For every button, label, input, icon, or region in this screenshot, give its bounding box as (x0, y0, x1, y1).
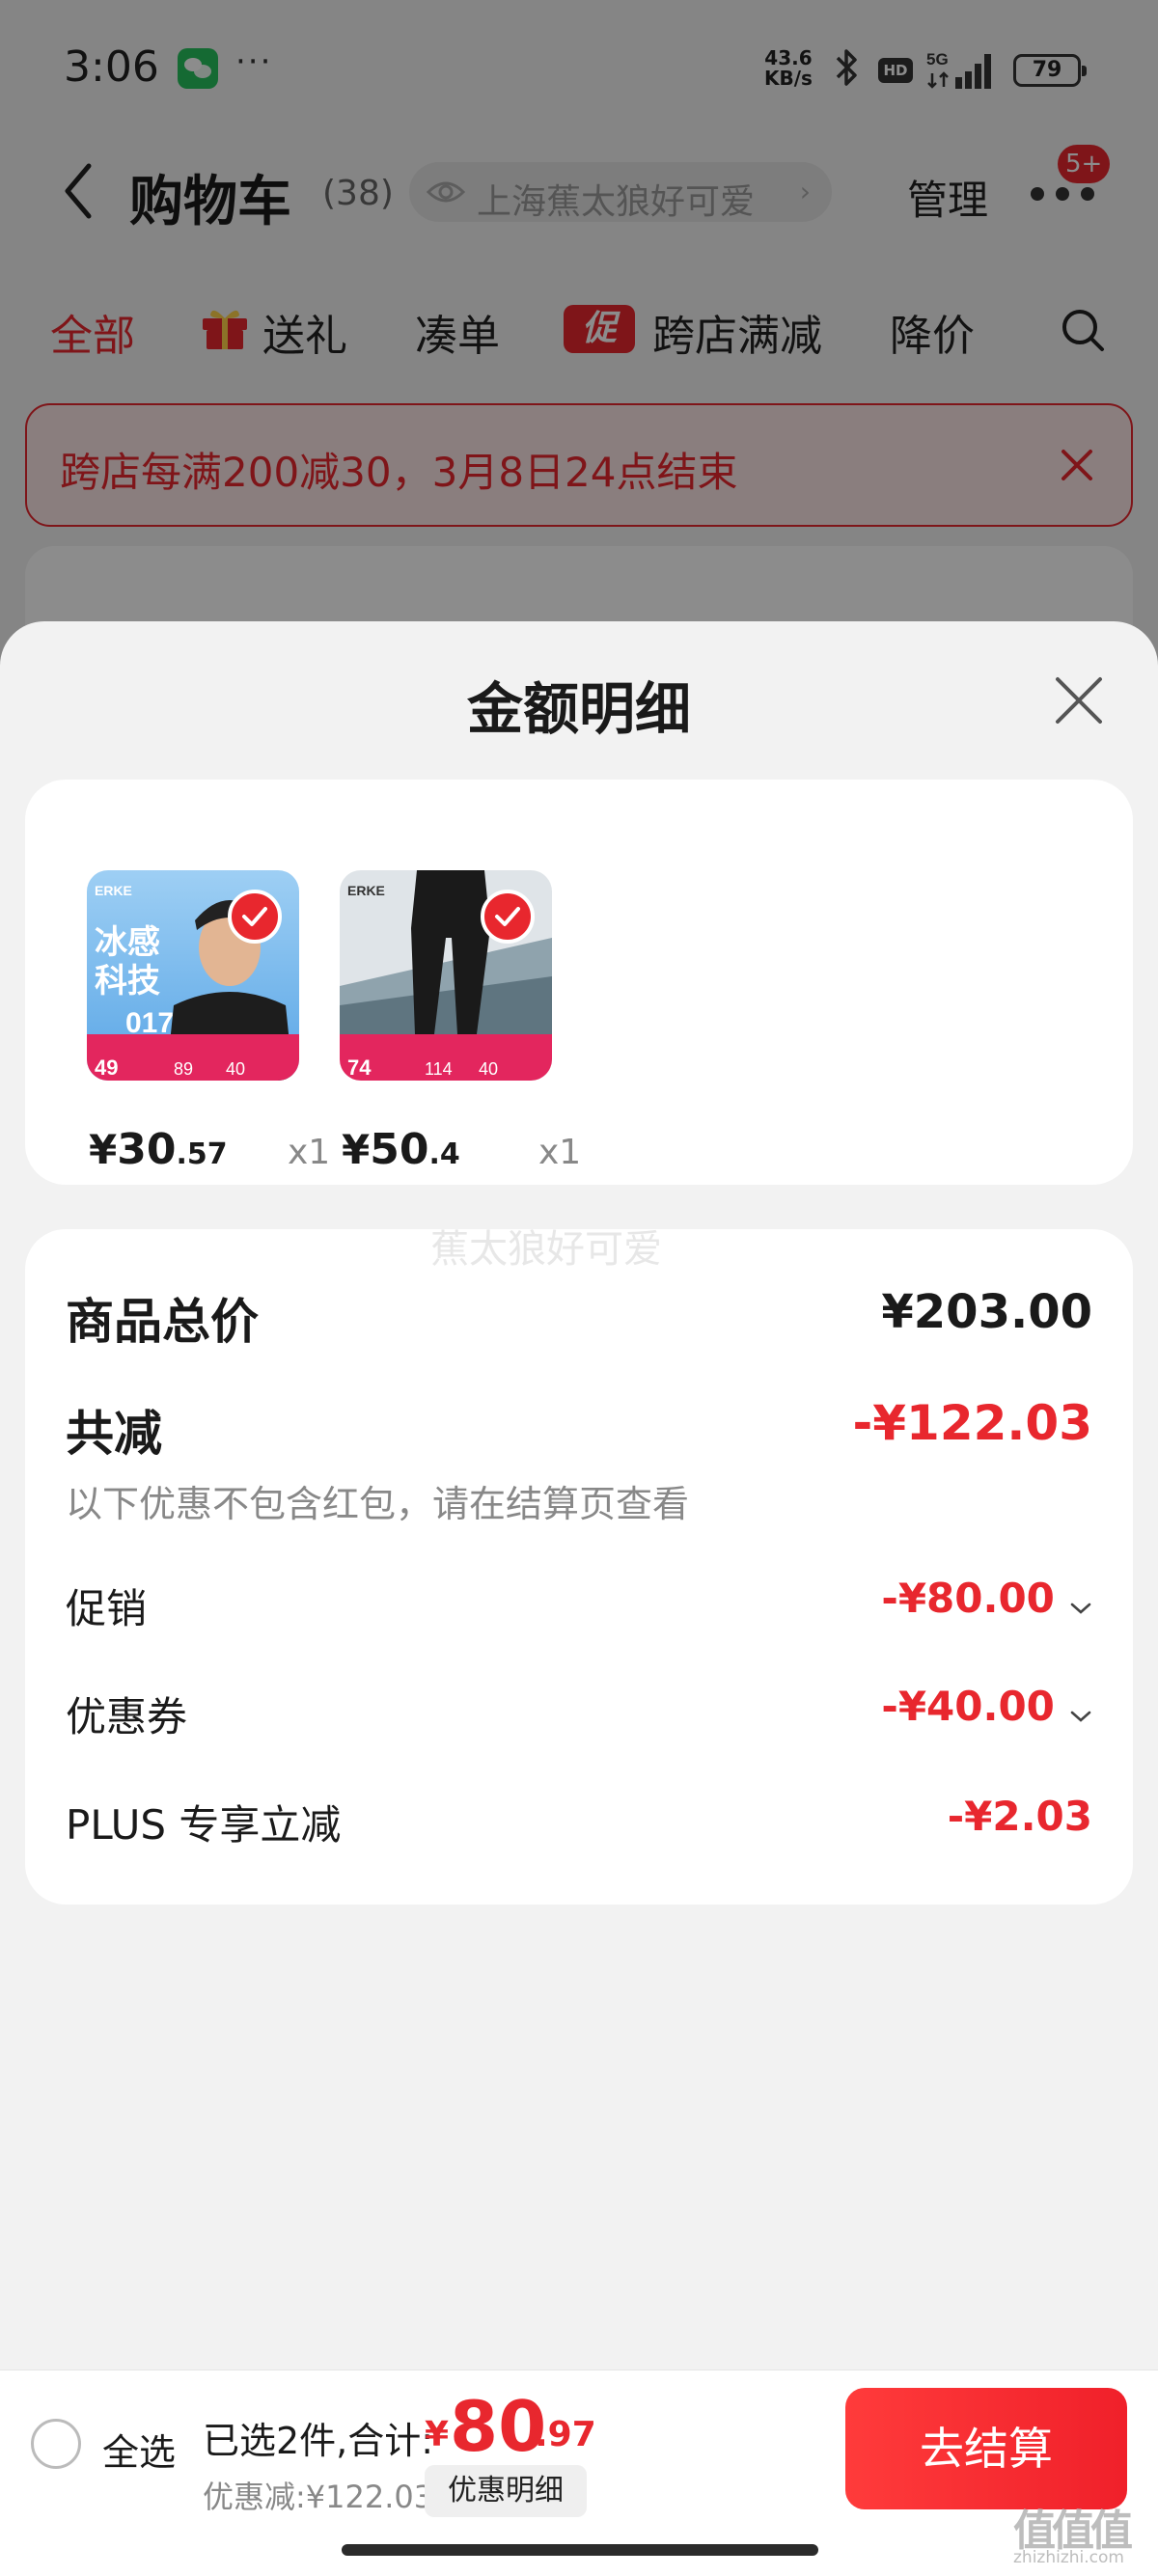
selected-count-text: 已选2件,合计: (203, 2420, 434, 2462)
item-price: ¥30.57 (89, 1125, 228, 1174)
product-brand-text: ERKE (95, 883, 132, 898)
product-price-b: 114 (425, 1059, 453, 1079)
price-summary-card: 蕉太狼好可爱 商品总价 ¥203.00 共减 -¥122.03 以下优惠不包含红… (25, 1227, 1133, 1905)
price-integer: 30 (117, 1125, 177, 1174)
select-all-label[interactable]: 全选 (102, 2423, 176, 2476)
watermark-text: 蕉太狼好可爱 (430, 1227, 662, 1272)
discount-amount-text: 优惠减:¥122.03 (203, 2479, 434, 2515)
total-symbol: ¥ (425, 2415, 450, 2454)
product-image: ERKE 冰感 科技 017 49 89 40 (87, 870, 299, 1081)
price-integer: 50 (370, 1125, 429, 1174)
product-headline-2: 科技 (95, 962, 160, 1000)
total-amount-decimal: .97 (535, 2415, 596, 2454)
checkout-bar: 全选 已选2件,合计: ¥ 80 .97 优惠减:¥122.03 优惠明细 去结… (0, 2370, 1158, 2576)
discount-detail-button[interactable]: 优惠明细 (425, 2465, 587, 2517)
product-headline-1: 冰感 (95, 923, 160, 962)
selected-items-card: ERKE 冰感 科技 017 49 89 40 ¥30.57 x1 ERKE 7… (25, 780, 1133, 1185)
price-symbol: ¥ (89, 1126, 118, 1173)
coupon-discount-value: -¥40.00 (881, 1683, 1055, 1730)
chevron-down-icon (1070, 1603, 1091, 1614)
coupon-discount-label: 优惠券 (66, 1693, 188, 1740)
site-logo-url: zhizhizhi.com (1013, 2548, 1124, 2567)
close-icon[interactable] (1052, 673, 1106, 727)
item-quantity: x1 (538, 1133, 582, 1172)
chevron-down-icon (1070, 1711, 1091, 1722)
product-price-a: 49 (95, 1055, 118, 1080)
coupon-discount-row[interactable]: -¥40.00 (881, 1683, 1092, 1730)
price-decimal: .4 (428, 1137, 460, 1171)
checkmark-icon (228, 890, 282, 944)
checkout-button[interactable]: 去结算 (845, 2388, 1127, 2509)
total-discount-label: 共减 (66, 1406, 162, 1462)
total-price-label: 商品总价 (66, 1294, 259, 1350)
total-discount-value: -¥122.03 (852, 1395, 1093, 1451)
plus-discount-label: PLUS 专享立减 (66, 1801, 342, 1849)
item-quantity: x1 (288, 1133, 331, 1172)
site-watermark-logo: 值值值 zhizhizhi.com (1013, 2496, 1148, 2573)
promotion-discount-value: -¥80.00 (881, 1575, 1055, 1622)
promotion-discount-label: 促销 (66, 1585, 148, 1632)
home-indicator[interactable] (342, 2544, 818, 2556)
price-detail-sheet: 金额明细 ERKE 冰感 科技 017 49 89 40 ¥30.57 x1 E… (0, 621, 1158, 2576)
product-price-c: 40 (479, 1059, 498, 1079)
select-all-checkbox[interactable] (31, 2419, 81, 2469)
sheet-title: 金额明细 (466, 676, 691, 742)
checkmark-icon (481, 890, 535, 944)
product-image: ERKE 74 114 40 (340, 870, 552, 1081)
discount-note: 以下优惠不包含红包，请在结算页查看 (66, 1483, 690, 1525)
product-price-b: 89 (174, 1059, 193, 1079)
product-brand-text: ERKE (347, 883, 385, 898)
total-amount-integer: 80 (450, 2386, 547, 2467)
price-decimal: .57 (176, 1137, 228, 1171)
product-price-c: 40 (226, 1059, 245, 1079)
total-price-value: ¥203.00 (881, 1285, 1092, 1339)
plus-discount-value: -¥2.03 (947, 1793, 1092, 1840)
promotion-discount-row[interactable]: -¥80.00 (881, 1575, 1092, 1622)
price-symbol: ¥ (342, 1126, 371, 1173)
product-price-a: 74 (347, 1055, 372, 1080)
item-price: ¥50.4 (342, 1125, 460, 1174)
